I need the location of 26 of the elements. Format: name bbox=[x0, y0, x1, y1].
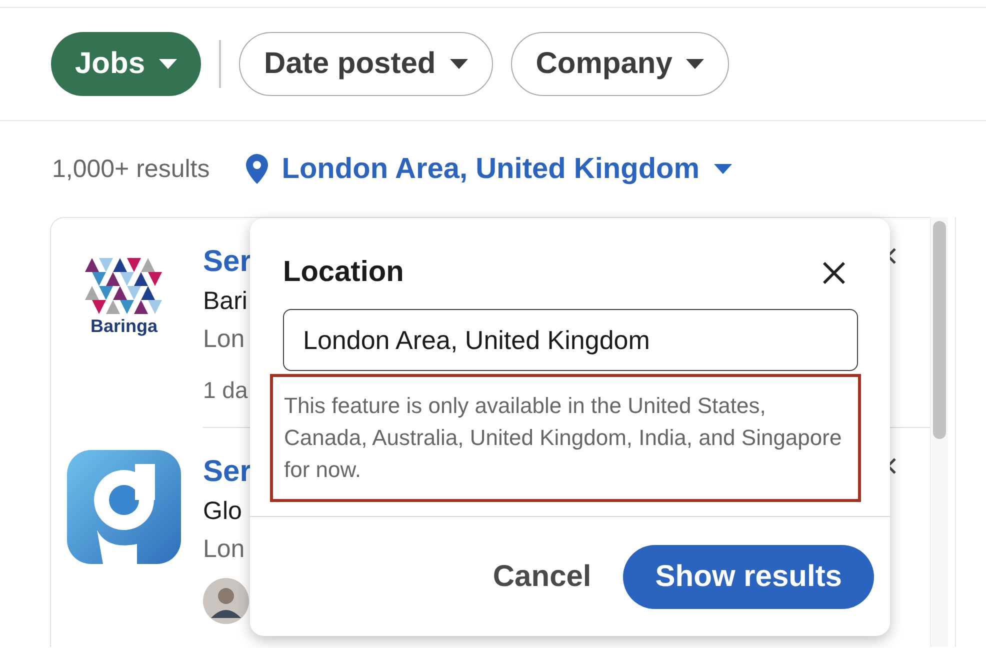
filter-pill[interactable]: Date posted bbox=[239, 32, 493, 96]
job-title[interactable]: Ser bbox=[203, 242, 252, 282]
close-icon[interactable] bbox=[822, 260, 846, 284]
company-name: Glo bbox=[203, 496, 242, 527]
scrollbar[interactable] bbox=[930, 217, 948, 647]
caret-icon bbox=[450, 59, 468, 69]
caret-icon bbox=[714, 164, 732, 174]
posted-time: 1 da bbox=[203, 376, 248, 405]
location-pin-icon bbox=[246, 154, 268, 184]
results-count: 1,000+ results bbox=[52, 154, 210, 184]
availability-notice: This feature is only available in the United States, Canada, Australia, United Kingdom, India, and Singapore for now. bbox=[270, 374, 861, 502]
company-name: Bari bbox=[203, 286, 248, 317]
location-input[interactable]: London Area, United Kingdom bbox=[283, 309, 858, 371]
show-results-button[interactable]: Show results bbox=[623, 544, 874, 608]
caret-icon bbox=[686, 59, 704, 69]
job-location: Lon bbox=[203, 534, 245, 565]
caret-icon bbox=[159, 59, 178, 69]
filter-pill[interactable]: Jobs bbox=[51, 32, 202, 96]
logo-text: Baringa bbox=[90, 316, 158, 336]
location-link[interactable]: London Area, United Kingdom bbox=[246, 152, 732, 186]
filter-pill[interactable]: Company bbox=[510, 32, 730, 96]
job-location: Lon bbox=[203, 324, 245, 355]
cancel-button[interactable]: Cancel bbox=[492, 544, 592, 608]
avatar bbox=[203, 578, 249, 624]
job-title[interactable]: Ser bbox=[203, 452, 252, 492]
popover-title: Location bbox=[283, 256, 404, 289]
